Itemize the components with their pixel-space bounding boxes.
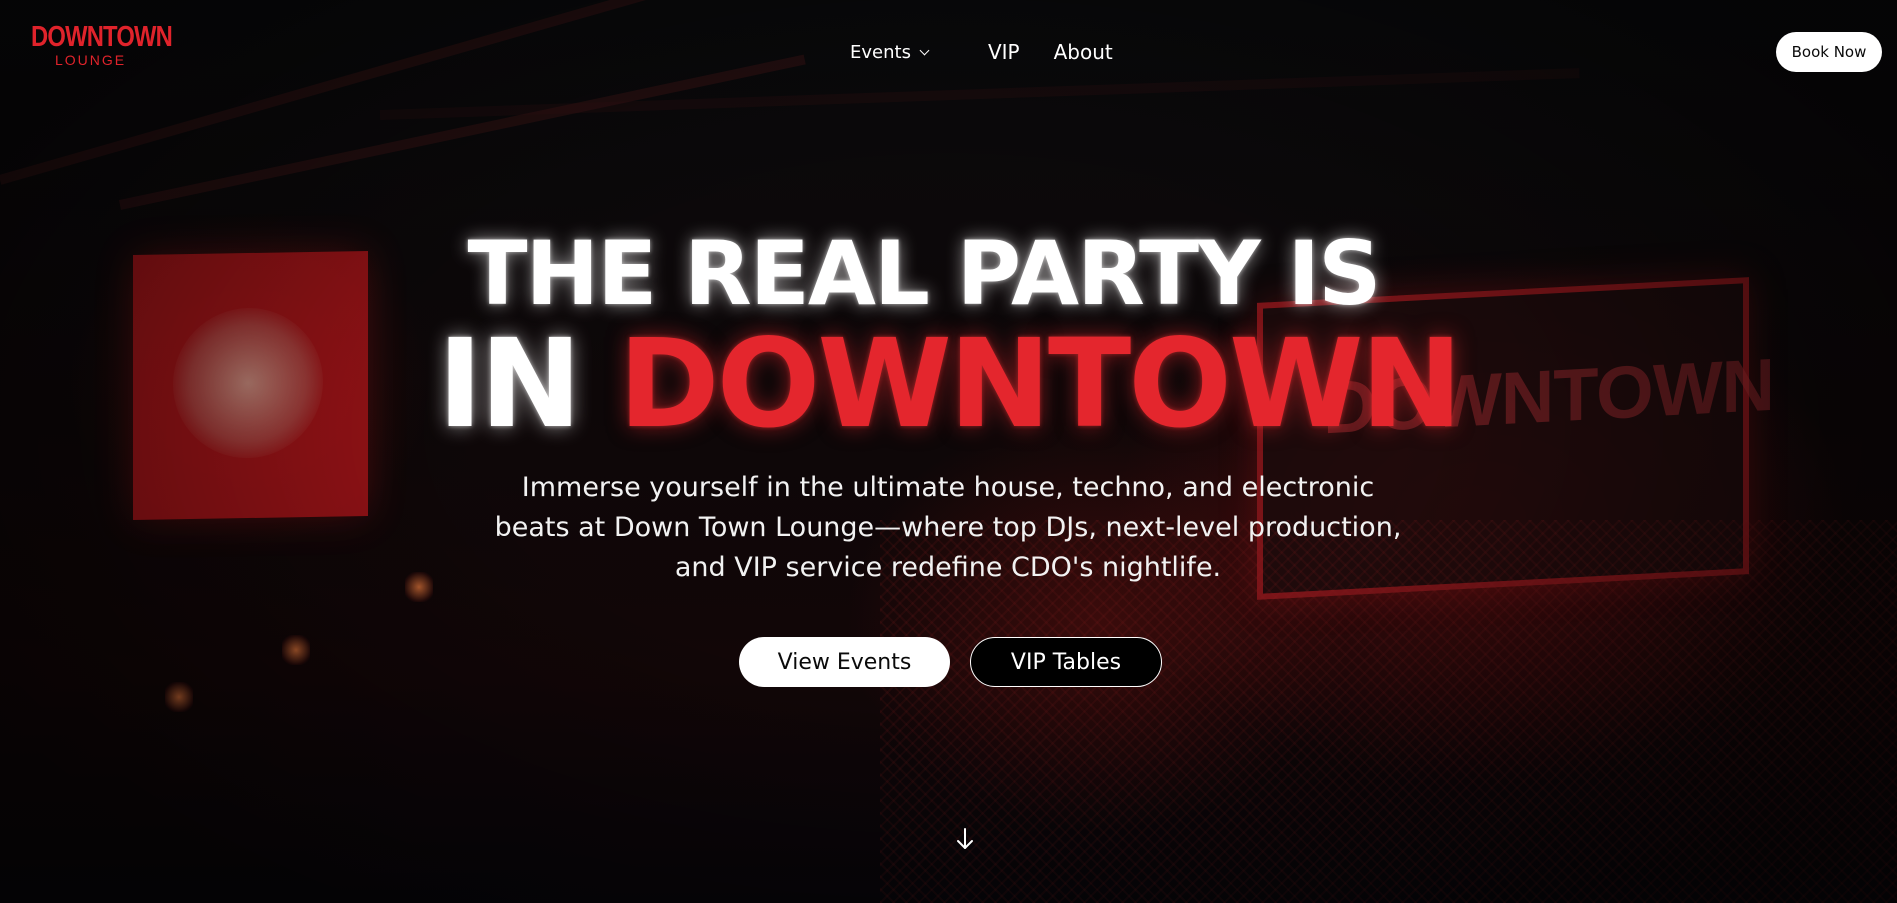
- arrow-down-icon[interactable]: [955, 826, 975, 852]
- subtitle-line: Immerse yourself in the ultimate house, …: [521, 472, 1375, 503]
- nav-item-vip[interactable]: VIP: [988, 40, 1020, 64]
- headline-line-2: IN DOWNTOWN: [0, 318, 1897, 450]
- main-nav: Events VIP About: [850, 38, 1113, 66]
- chevron-down-icon: [919, 45, 930, 56]
- nav-item-events[interactable]: Events: [850, 41, 930, 63]
- view-events-button[interactable]: View Events: [739, 637, 950, 687]
- vip-tables-button[interactable]: VIP Tables: [970, 637, 1162, 687]
- book-now-button[interactable]: Book Now: [1776, 32, 1882, 72]
- hero-subtitle: Immerse yourself in the ultimate house, …: [448, 468, 1448, 588]
- headline-downtown-text: DOWNTOWN: [618, 313, 1462, 455]
- logo-wordmark: DOWNTOWN: [31, 21, 173, 53]
- brand-logo[interactable]: DOWNTOWN LOUNGE: [18, 21, 173, 78]
- hero-headline: THE REAL PARTY IS IN DOWNTOWN: [0, 222, 1897, 450]
- nav-item-about[interactable]: About: [1054, 40, 1113, 64]
- headline-in-text: IN: [437, 313, 581, 455]
- subtitle-line: and VIP service redefine CDO's nightlife…: [674, 552, 1222, 583]
- subtitle-line: beats at Down Town Lounge—where top DJs,…: [494, 512, 1402, 543]
- hero-section: DOWNTOWN DOWNTOWN LOUNGE Events VIP Abou…: [0, 0, 1897, 903]
- headline-line-1: THE REAL PARTY IS: [467, 222, 1382, 325]
- nav-item-label: Events: [850, 41, 911, 63]
- logo-subtitle: LOUNGE: [54, 52, 127, 68]
